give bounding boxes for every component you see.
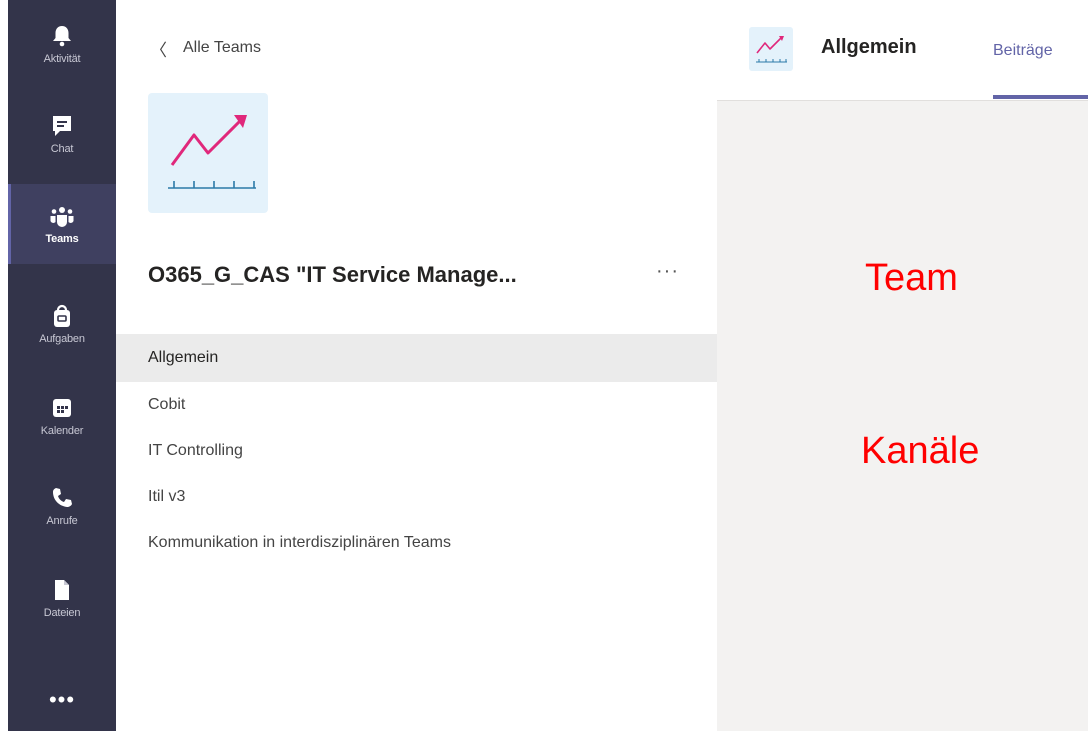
bell-icon [53,26,71,47]
back-label: Alle Teams [183,39,261,56]
rail-label: Teams [45,233,79,245]
team-logo[interactable] [148,93,268,213]
rail-item-calls[interactable]: Anrufe [8,466,116,546]
chat-icon [53,116,71,136]
channel-item-allgemein[interactable]: Allgemein [116,334,717,382]
rail-label: Aktivität [43,53,81,65]
trend-chart-icon [756,36,787,63]
rail-label: Aufgaben [39,333,85,345]
rail-item-tasks[interactable]: Aufgaben [8,284,116,364]
back-to-all-teams[interactable]: 〈 Alle Teams [150,34,261,62]
tasks-icon [54,304,70,327]
rail-item-chat[interactable]: Chat [8,94,116,174]
channel-item-it-controlling[interactable]: IT Controlling [116,427,717,474]
team-name: O365_G_CAS "IT Service Manage... [148,262,517,287]
rail-item-teams[interactable]: Teams [8,184,116,264]
rail-item-files[interactable]: Dateien [8,558,116,638]
rail-label: Kalender [40,425,84,437]
channel-team-logo [749,27,793,71]
channel-item-kommunikation[interactable]: Kommunikation in interdisziplinären Team… [116,519,717,566]
annotation-team: Team [865,257,958,299]
annotation-channels: Kanäle [861,430,980,472]
chevron-left-icon: 〈 [150,40,167,60]
channel-content: Allgemein Beiträge Team Kanäle [717,0,1088,731]
rail-label: Dateien [43,607,81,619]
trend-chart-icon [168,115,256,189]
tab-posts[interactable]: Beiträge [993,42,1053,60]
files-icon [55,580,69,600]
app-rail: Aktivität Chat Teams Aufgaben Kalender A… [8,0,116,731]
teams-icon [50,207,74,227]
phone-icon [53,488,72,507]
calendar-icon [53,399,71,417]
team-more-options-button[interactable]: ··· [656,260,679,283]
channel-item-cobit[interactable]: Cobit [116,381,717,428]
active-tab-indicator [993,95,1088,99]
team-panel: 〈 Alle Teams O365_G_CAS "IT Service Mana… [116,0,717,731]
channel-list: Allgemein Cobit IT Controlling Itil v3 K… [116,334,717,566]
rail-label: Chat [50,143,74,155]
channel-title: Allgemein [821,36,917,58]
channel-item-itil-v3[interactable]: Itil v3 [116,473,717,520]
rail-item-calendar[interactable]: Kalender [8,376,116,456]
rail-label: Anrufe [46,515,78,527]
channel-header: Allgemein Beiträge [717,0,1088,101]
more-apps-button[interactable]: ••• [8,676,116,724]
rail-item-activity[interactable]: Aktivität [8,4,116,84]
